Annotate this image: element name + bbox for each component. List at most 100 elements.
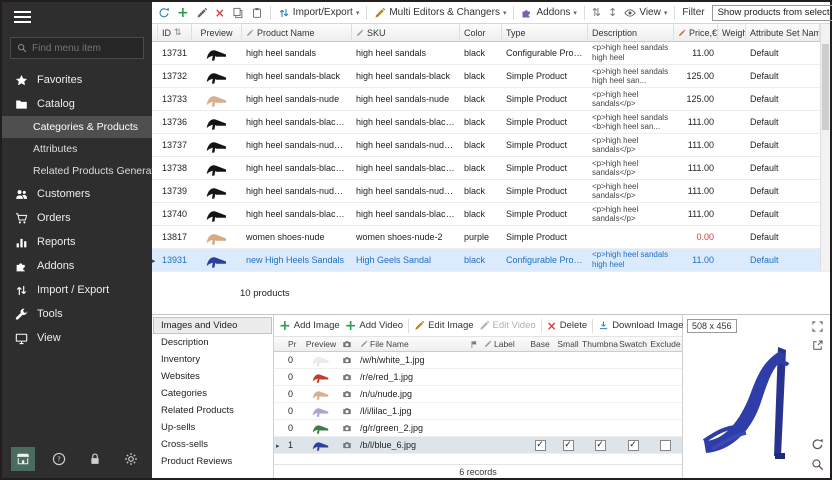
image-row[interactable]: ▸ 0 /w/h/white_1.jpg	[274, 352, 682, 369]
edit-image-button[interactable]: Edit Image	[414, 320, 473, 331]
detail-tab[interactable]: Description	[153, 334, 272, 351]
product-row[interactable]: ▸ 13738 high heel sandals-black-37 high …	[152, 157, 830, 180]
detail-tab[interactable]: Images and Video	[153, 317, 272, 334]
lock-button[interactable]	[83, 447, 107, 471]
rotate-button[interactable]	[811, 438, 825, 452]
sidebar-item[interactable]: Customers	[2, 182, 152, 206]
open-external-button[interactable]	[811, 339, 825, 353]
sidebar-item[interactable]: Attributes	[2, 138, 152, 160]
add-product-button[interactable]: +	[177, 6, 189, 20]
column-header-swatch[interactable]: Swatch	[618, 337, 648, 351]
sidebar-item[interactable]: Favorites	[2, 68, 152, 92]
column-header-id[interactable]: ID⇅	[158, 24, 192, 41]
magnifier-icon	[811, 458, 824, 471]
view-menu[interactable]: View▾	[624, 7, 667, 19]
hamburger-menu-button[interactable]	[2, 2, 152, 35]
product-row[interactable]: ▸ 13733 high heel sandals-nude high heel…	[152, 88, 830, 111]
chevron-down-icon: ▾	[503, 9, 507, 17]
product-row[interactable]: ▸ 13739 high heel sandals-nude-37 high h…	[152, 180, 830, 203]
sidebar-item[interactable]: Addons	[2, 254, 152, 278]
images-toolbar: +Add Image +Add Video Edit Image Edit Vi…	[274, 315, 682, 337]
help-button[interactable]	[47, 447, 71, 471]
image-row[interactable]: ▸ 0 /l/i/lilac_1.jpg	[274, 403, 682, 420]
thumbnail-checkbox[interactable]	[595, 440, 606, 451]
detail-tab[interactable]: Related Products	[153, 402, 272, 419]
column-header-price[interactable]: Price,€	[674, 24, 718, 41]
column-header-type[interactable]: Type	[502, 24, 588, 41]
base-checkbox[interactable]	[535, 440, 546, 451]
detail-tab[interactable]: Inventory	[153, 351, 272, 368]
detail-tab[interactable]: Cross-sells	[153, 436, 272, 453]
edit-video-button[interactable]: Edit Video	[479, 320, 536, 331]
menu-search-input[interactable]	[32, 43, 137, 54]
download-image-button[interactable]: Download Image	[598, 320, 683, 331]
product-row[interactable]: ▸ 13817 women shoes-nude women shoes-nud…	[152, 226, 830, 249]
column-header-label[interactable]: Label	[480, 337, 526, 351]
image-row[interactable]: ▸ 0 /r/e/red_1.jpg	[274, 369, 682, 386]
column-header-preview[interactable]: Preview	[192, 24, 242, 41]
import-export-menu[interactable]: Import/Export▾	[278, 7, 360, 19]
sidebar-item[interactable]: Tools	[2, 302, 152, 326]
add-video-button[interactable]: +Add Video	[345, 319, 403, 333]
column-header-color[interactable]: Color	[460, 24, 502, 41]
column-header-name[interactable]: Product Name	[242, 24, 352, 41]
detail-tab[interactable]: Websites	[153, 368, 272, 385]
column-header-description[interactable]: Description	[588, 24, 674, 41]
filter-mode-select[interactable]: Show products from selected categories▾	[712, 5, 832, 21]
column-header-sku[interactable]: SKU	[352, 24, 460, 41]
column-header-thumbnail[interactable]: Thumbna	[582, 337, 618, 351]
sidebar-item[interactable]: View	[2, 326, 152, 350]
addons-menu[interactable]: Addons▾	[521, 7, 576, 19]
sidebar-item[interactable]: Categories & Products	[2, 116, 152, 138]
sidebar-item[interactable]: Related Products Generator	[2, 160, 152, 182]
column-header-attribute-set[interactable]: Attribute Set Name	[746, 24, 820, 41]
refresh-button[interactable]	[158, 7, 170, 19]
column-header-position[interactable]: Pr	[284, 337, 304, 351]
delete-image-button[interactable]: ×Delete	[547, 320, 588, 332]
add-image-button[interactable]: +Add Image	[279, 319, 340, 333]
column-header-file-name[interactable]: File Name	[356, 337, 468, 351]
small-checkbox[interactable]	[563, 440, 574, 451]
paste-button[interactable]	[251, 7, 263, 19]
edit-product-button[interactable]	[196, 7, 208, 19]
product-row[interactable]: ▸ 13737 high heel sandals-nude-36 high h…	[152, 134, 830, 157]
copy-button[interactable]	[232, 7, 244, 19]
sidebar-item[interactable]: Import / Export	[2, 278, 152, 302]
expand-rows-button[interactable]: ↕	[608, 7, 617, 18]
product-row[interactable]: ▸ 13732 high heel sandals-black high hee…	[152, 65, 830, 88]
detail-tab[interactable]: Up-sells	[153, 419, 272, 436]
store-button[interactable]	[11, 447, 35, 471]
column-header-weight[interactable]: Weight	[718, 24, 746, 41]
grid-scrollbar[interactable]	[820, 24, 830, 271]
image-row[interactable]: ▸ 0 /g/r/green_2.jpg	[274, 420, 682, 437]
product-row[interactable]: ▸ 13740 high heel sandals-black-38 high …	[152, 203, 830, 226]
image-row[interactable]: ▸ 0 /n/u/nude.jpg	[274, 386, 682, 403]
sidebar-item[interactable]: Catalog	[2, 92, 152, 116]
swatch-checkbox[interactable]	[628, 440, 639, 451]
column-header-flag[interactable]	[468, 337, 480, 351]
product-attribute-set: Default	[746, 209, 820, 219]
delete-product-button[interactable]: ×	[215, 7, 225, 19]
sidebar-item[interactable]: Reports	[2, 230, 152, 254]
detail-tab[interactable]: Categories	[153, 385, 272, 402]
product-row[interactable]: ▸ 13731 high heel sandals high heel sand…	[152, 42, 830, 65]
column-header-small[interactable]: Small	[554, 337, 582, 351]
zoom-button[interactable]	[811, 458, 825, 472]
detail-tab[interactable]: Product Reviews	[153, 453, 272, 470]
column-header-exclude[interactable]: Exclude	[648, 337, 683, 351]
settings-button[interactable]	[119, 447, 143, 471]
sort-button[interactable]: ⇅	[592, 7, 601, 18]
product-row[interactable]: ▸ 13931 new High Heels Sandals High Geel…	[152, 249, 830, 272]
sidebar-item[interactable]: Orders	[2, 206, 152, 230]
exclude-checkbox[interactable]	[660, 440, 671, 451]
product-row[interactable]: ▸ 13736 high heel sandals-black-36 high …	[152, 111, 830, 134]
column-header-image-preview[interactable]: Preview	[304, 337, 338, 351]
column-header-camera[interactable]	[338, 337, 356, 351]
product-thumbnail	[204, 46, 230, 61]
column-header-base[interactable]: Base	[526, 337, 554, 351]
product-name: new High Heels Sandals	[242, 255, 352, 265]
multi-editors-menu[interactable]: Multi Editors & Changers▾	[374, 7, 506, 19]
fullscreen-button[interactable]	[811, 320, 825, 334]
scrollbar-thumb[interactable]	[822, 44, 829, 130]
image-row[interactable]: ▸ 1 /b/l/blue_6.jpg	[274, 437, 682, 454]
